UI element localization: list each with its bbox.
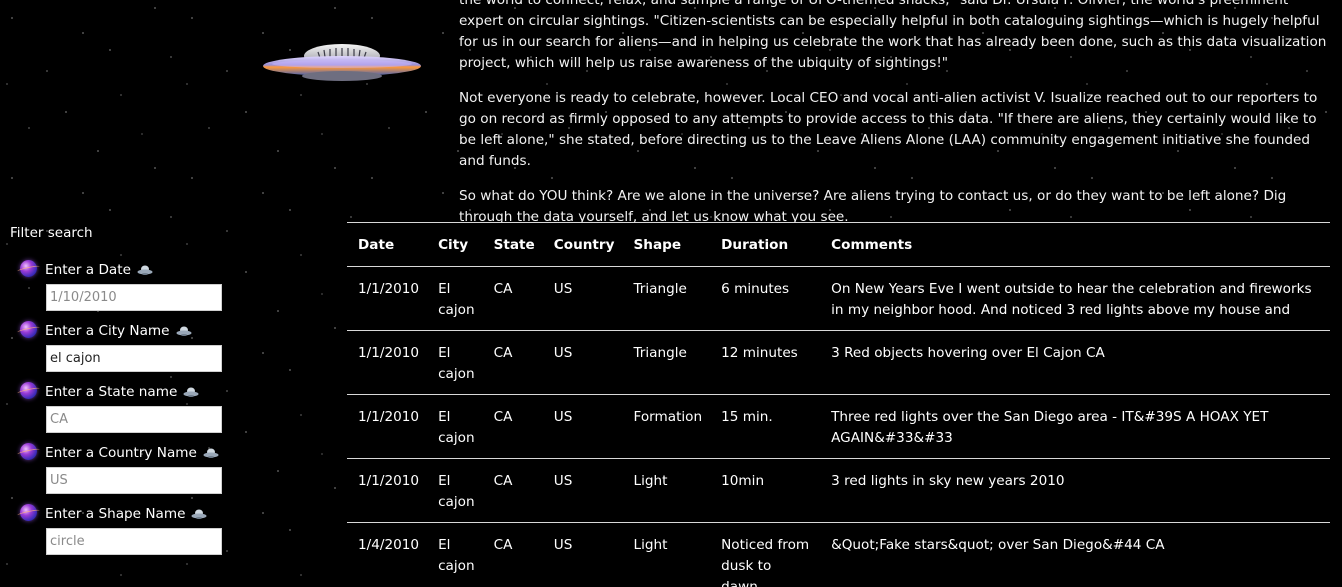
planet-icon <box>20 382 37 399</box>
cell-city: El cajon <box>427 458 483 523</box>
cell-duration: 15 min. <box>710 394 821 459</box>
filter-item-date: Enter a Date <box>0 260 320 323</box>
state-input[interactable] <box>46 406 222 433</box>
cell-comments: On New Years Eve I went outside to hear … <box>820 266 1330 331</box>
ufo-icon <box>203 448 219 458</box>
cell-date: 1/1/2010 <box>347 394 428 459</box>
filter-label-state-text: Enter a State name <box>45 384 178 400</box>
table-body: 1/1/2010 El cajon CA US Triangle 6 minut… <box>347 266 1330 587</box>
cell-country: US <box>542 330 623 395</box>
header-state: State <box>482 222 543 267</box>
table-row: 1/1/2010 El cajon CA US Formation 15 min… <box>347 394 1330 459</box>
cell-shape: Light <box>622 522 711 587</box>
filter-label-state: Enter a State name <box>45 384 199 400</box>
cell-country: US <box>542 394 623 459</box>
cell-state: CA <box>482 266 543 331</box>
header-shape: Shape <box>622 222 711 267</box>
cell-duration: Noticed from dusk to dawn <box>710 522 821 587</box>
table-row: 1/1/2010 El cajon CA US Triangle 6 minut… <box>347 266 1330 331</box>
table-row: 1/1/2010 El cajon CA US Triangle 12 minu… <box>347 330 1330 395</box>
cell-comments: 3 Red objects hovering over El Cajon CA <box>820 330 1330 395</box>
filter-label-country: Enter a Country Name <box>45 445 219 461</box>
cell-date: 1/1/2010 <box>347 266 428 331</box>
header-city: City <box>427 222 483 267</box>
planet-icon <box>20 321 37 338</box>
filter-label-date-text: Enter a Date <box>45 262 131 278</box>
filter-item-city: Enter a City Name <box>0 321 320 384</box>
cell-duration: 12 minutes <box>710 330 821 395</box>
cell-shape: Triangle <box>622 330 711 395</box>
city-input[interactable] <box>46 345 222 372</box>
planet-icon <box>20 443 37 460</box>
table-header-row: Date City State Country Shape Duration C… <box>347 222 1330 267</box>
filter-label-date: Enter a Date <box>45 262 153 278</box>
cell-date: 1/1/2010 <box>347 458 428 523</box>
sightings-table-container: Date City State Country Shape Duration C… <box>347 222 1330 587</box>
cell-duration: 10min <box>710 458 821 523</box>
filter-label-shape-text: Enter a Shape Name <box>45 506 186 522</box>
table-header: Date City State Country Shape Duration C… <box>347 222 1330 267</box>
planet-icon <box>20 504 37 521</box>
cell-date: 1/4/2010 <box>347 522 428 587</box>
filter-item-state: Enter a State name <box>0 382 320 445</box>
filter-label-city-text: Enter a City Name <box>45 323 170 339</box>
sightings-table: Date City State Country Shape Duration C… <box>347 222 1330 587</box>
cell-city: El cajon <box>427 266 483 331</box>
table-row: 1/4/2010 El cajon CA US Light Noticed fr… <box>347 522 1330 587</box>
filter-item-shape: Enter a Shape Name <box>0 504 320 567</box>
ufo-icon <box>176 326 192 336</box>
planet-icon <box>20 260 37 277</box>
cell-state: CA <box>482 458 543 523</box>
page-background: the world to connect, relax, and sample … <box>0 0 1342 587</box>
cell-city: El cajon <box>427 394 483 459</box>
ufo-icon <box>137 265 153 275</box>
cell-comments: Three red lights over the San Diego area… <box>820 394 1330 459</box>
filter-label-city: Enter a City Name <box>45 323 192 339</box>
header-country: Country <box>542 222 623 267</box>
ufo-icon <box>191 509 207 519</box>
cell-state: CA <box>482 394 543 459</box>
filter-title: Filter search <box>10 225 93 241</box>
filter-label-country-text: Enter a Country Name <box>45 445 197 461</box>
date-input[interactable] <box>46 284 222 311</box>
ufo-icon <box>183 387 199 397</box>
intro-article: the world to connect, relax, and sample … <box>459 0 1329 242</box>
cell-city: El cajon <box>427 330 483 395</box>
filter-item-country: Enter a Country Name <box>0 443 320 506</box>
cell-duration: 6 minutes <box>710 266 821 331</box>
intro-paragraph-1: the world to connect, relax, and sample … <box>459 0 1327 71</box>
cell-country: US <box>542 522 623 587</box>
cell-shape: Formation <box>622 394 711 459</box>
header-comments: Comments <box>820 222 1330 267</box>
shape-input[interactable] <box>46 528 222 555</box>
cell-comments: 3 red lights in sky new years 2010 <box>820 458 1330 523</box>
cell-city: El cajon <box>427 522 483 587</box>
cell-shape: Light <box>622 458 711 523</box>
cell-state: CA <box>482 330 543 395</box>
header-duration: Duration <box>710 222 821 267</box>
flying-saucer-image <box>263 44 421 81</box>
filter-list: Enter a Date Enter a City Name Enter a S… <box>0 260 320 567</box>
table-row: 1/1/2010 El cajon CA US Light 10min 3 re… <box>347 458 1330 523</box>
cell-state: CA <box>482 522 543 587</box>
header-date: Date <box>347 222 428 267</box>
cell-shape: Triangle <box>622 266 711 331</box>
cell-country: US <box>542 266 623 331</box>
cell-date: 1/1/2010 <box>347 330 428 395</box>
country-input[interactable] <box>46 467 222 494</box>
filter-label-shape: Enter a Shape Name <box>45 506 207 522</box>
intro-paragraph-2: Not everyone is ready to celebrate, howe… <box>459 90 1318 169</box>
cell-country: US <box>542 458 623 523</box>
cell-comments: &Quot;Fake stars&quot; over San Diego&#4… <box>820 522 1330 587</box>
